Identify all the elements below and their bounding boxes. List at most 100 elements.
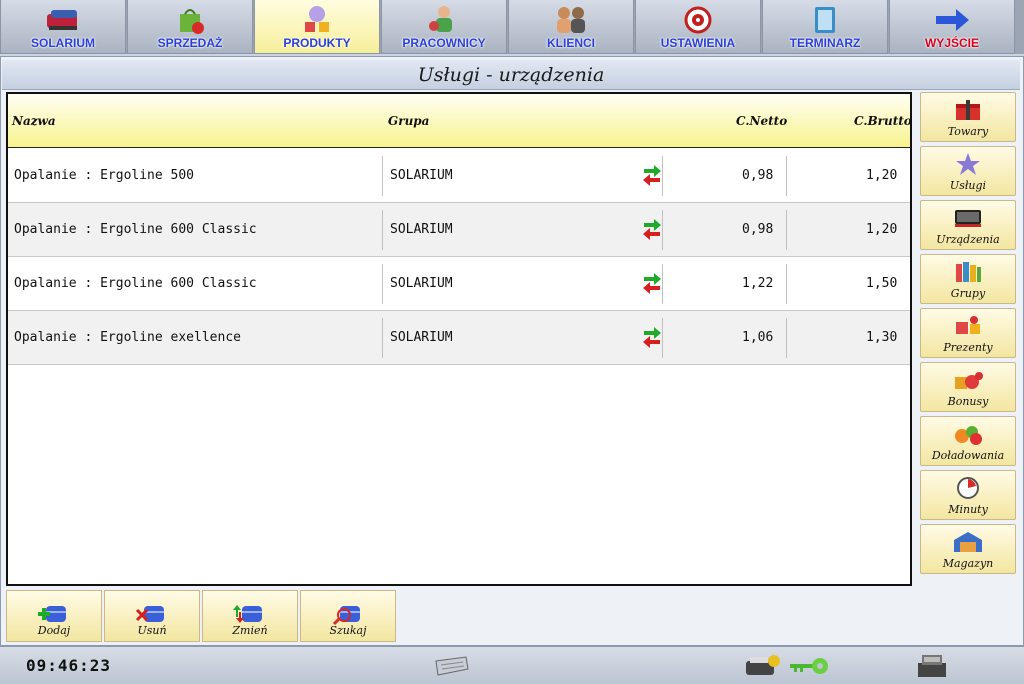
delete-database-icon <box>135 606 164 622</box>
tab-label: SPRZEDAŻ <box>157 36 223 50</box>
add-button[interactable]: Dodaj <box>6 590 102 642</box>
page-title: Usługi - urządzenia <box>417 63 605 86</box>
cell-net: 0,98 <box>742 222 774 237</box>
side-button-doladowania[interactable]: Doładowania <box>920 416 1016 466</box>
table-row[interactable]: Opalanie : Ergoline 500 SOLARIUM 0,98 1,… <box>8 149 910 203</box>
delete-button[interactable]: Usuń <box>104 590 200 642</box>
cell-name: Opalanie : Ergoline 600 Classic <box>14 276 257 291</box>
cell-group: SOLARIUM <box>390 222 453 237</box>
column-divider <box>382 318 383 358</box>
tab-label: USTAWIENIA <box>660 36 736 50</box>
top-navigation: SOLARIUM SPRZEDAŻ PRODUKTY PRACOWNICY KL… <box>0 0 1024 54</box>
column-divider <box>382 156 383 196</box>
printer-icon[interactable] <box>742 653 782 679</box>
side-button-towary[interactable]: Towary <box>920 92 1016 142</box>
warehouse-icon <box>954 532 982 552</box>
column-header-name[interactable]: Nazwa <box>12 114 56 128</box>
column-divider <box>662 210 663 250</box>
cell-net: 1,06 <box>742 330 774 345</box>
exit-arrow-icon <box>936 9 969 31</box>
status-bar: 09:46:23 <box>0 646 1024 684</box>
side-button-label: Magazyn <box>942 557 994 570</box>
cell-name: Opalanie : Ergoline 600 Classic <box>14 222 257 237</box>
tab-wyjscie[interactable]: WYJŚCIE <box>889 0 1015 54</box>
shopping-bag-icon <box>180 9 204 34</box>
minutes-clock-icon <box>957 477 979 499</box>
table-row[interactable]: Opalanie : Ergoline exellence SOLARIUM 1… <box>8 311 910 365</box>
tab-solarium[interactable]: SOLARIUM <box>0 0 126 54</box>
cell-gross: 1,50 <box>866 276 898 291</box>
side-button-label: Usługi <box>949 179 987 192</box>
transfer-arrows-icon[interactable] <box>642 272 662 294</box>
device-icon <box>955 210 981 227</box>
cell-net: 0,98 <box>742 168 774 183</box>
side-button-uslugi[interactable]: Usługi <box>920 146 1016 196</box>
side-button-grupy[interactable]: Grupy <box>920 254 1016 304</box>
tab-klienci[interactable]: KLIENCI <box>508 0 634 54</box>
edit-button-label: Zmień <box>232 624 268 637</box>
column-divider <box>786 264 787 304</box>
tab-label: SOLARIUM <box>31 36 95 50</box>
column-header-gross[interactable]: C.Brutto <box>854 114 910 128</box>
tab-ustawienia[interactable]: USTAWIENIA <box>635 0 761 54</box>
key-icon[interactable] <box>788 656 830 676</box>
side-button-label: Bonusy <box>947 395 989 408</box>
side-button-label: Minuty <box>948 503 988 516</box>
calendar-book-icon <box>815 7 835 33</box>
cell-group: SOLARIUM <box>390 330 453 345</box>
delete-button-label: Usuń <box>137 624 167 637</box>
column-divider <box>382 210 383 250</box>
edit-button[interactable]: Zmień <box>202 590 298 642</box>
cell-group: SOLARIUM <box>390 276 453 291</box>
tab-label: TERMINARZ <box>789 36 861 50</box>
transfer-arrows-icon[interactable] <box>642 326 662 348</box>
solarium-bed-icon <box>47 10 77 30</box>
cell-group: SOLARIUM <box>390 168 453 183</box>
side-button-bonusy[interactable]: Bonusy <box>920 362 1016 412</box>
side-button-label: Prezenty <box>943 341 993 354</box>
side-button-label: Urządzenia <box>936 233 1000 246</box>
tab-sprzedaz[interactable]: SPRZEDAŻ <box>127 0 253 54</box>
side-menu: Towary Usługi Urządzenia Grupy Prezenty … <box>916 92 1020 642</box>
tab-label: KLIENCI <box>547 36 595 50</box>
topup-icon <box>955 426 982 445</box>
tab-produkty[interactable]: PRODUKTY <box>254 0 380 54</box>
tab-label: PRACOWNICY <box>402 36 486 50</box>
keyboard-icon[interactable] <box>432 655 470 677</box>
tab-label: PRODUKTY <box>283 36 351 50</box>
column-divider <box>786 156 787 196</box>
side-button-minuty[interactable]: Minuty <box>920 470 1016 520</box>
gifts-icon <box>956 316 980 334</box>
tab-label: WYJŚCIE <box>924 36 979 50</box>
column-divider <box>662 156 663 196</box>
side-button-urzadzenia[interactable]: Urządzenia <box>920 200 1016 250</box>
column-header-group[interactable]: Grupa <box>388 114 429 128</box>
search-button-label: Szukaj <box>329 624 367 637</box>
table-header: Nazwa Grupa C.Netto C.Brutto <box>8 94 910 148</box>
services-star-icon <box>956 153 980 175</box>
action-bar: Dodaj Usuń Zmień Szukaj <box>6 590 398 644</box>
column-divider <box>382 264 383 304</box>
groups-books-icon <box>956 262 981 282</box>
bonus-icon <box>955 372 983 389</box>
cash-register-icon[interactable] <box>912 651 952 681</box>
cell-name: Opalanie : Ergoline exellence <box>14 330 241 345</box>
cell-gross: 1,20 <box>866 222 898 237</box>
tab-pracownicy[interactable]: PRACOWNICY <box>381 0 507 54</box>
side-button-magazyn[interactable]: Magazyn <box>920 524 1016 574</box>
tab-terminarz[interactable]: TERMINARZ <box>762 0 888 54</box>
transfer-arrows-icon[interactable] <box>642 218 662 240</box>
add-button-label: Dodaj <box>37 624 71 637</box>
search-database-icon <box>332 606 360 625</box>
transfer-arrows-icon[interactable] <box>642 164 662 186</box>
side-button-prezenty[interactable]: Prezenty <box>920 308 1016 358</box>
table-row[interactable]: Opalanie : Ergoline 600 Classic SOLARIUM… <box>8 257 910 311</box>
column-divider <box>786 210 787 250</box>
column-header-net[interactable]: C.Netto <box>736 114 787 128</box>
table-row[interactable]: Opalanie : Ergoline 600 Classic SOLARIUM… <box>8 203 910 257</box>
products-icon <box>305 6 329 32</box>
side-button-label: Towary <box>947 125 989 138</box>
cell-net: 1,22 <box>742 276 774 291</box>
search-button[interactable]: Szukaj <box>300 590 396 642</box>
services-table: Nazwa Grupa C.Netto C.Brutto Opalanie : … <box>6 92 912 586</box>
